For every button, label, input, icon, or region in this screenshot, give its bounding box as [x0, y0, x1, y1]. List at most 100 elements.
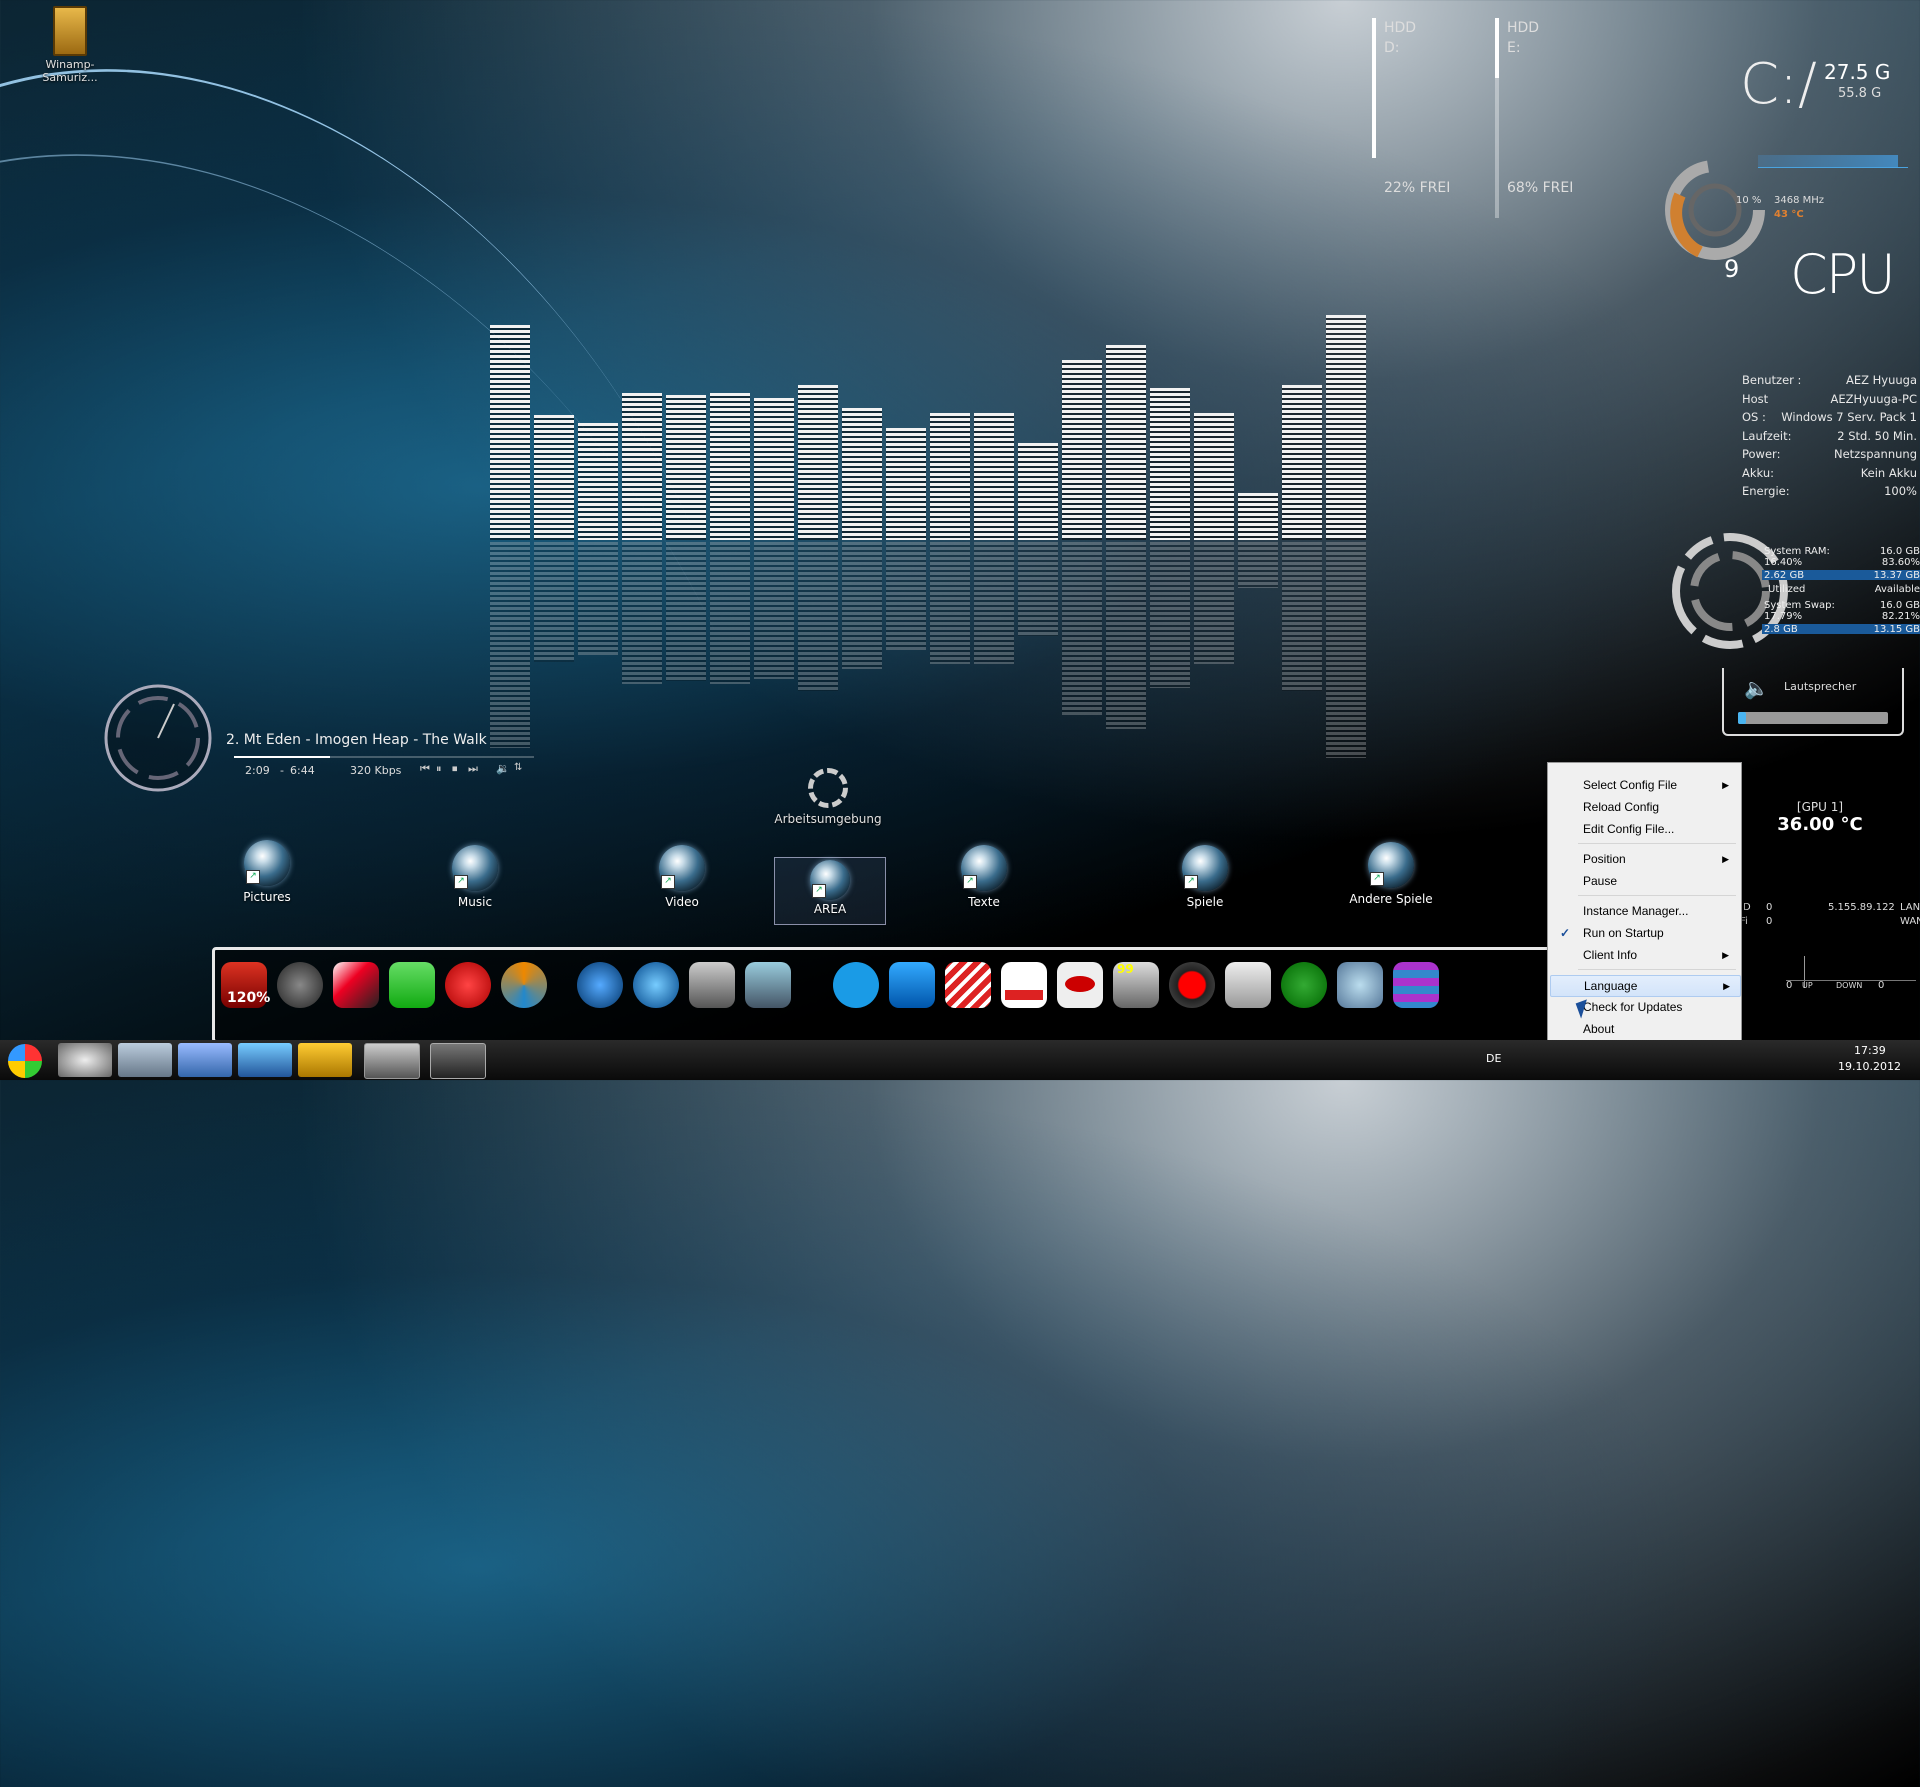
- desktop-icon-label: Video: [665, 895, 699, 909]
- language-indicator[interactable]: DE: [1486, 1052, 1501, 1065]
- context-menu-item-reload-config[interactable]: Reload Config: [1550, 797, 1739, 817]
- desktop-icon-spiele[interactable]: ↗ Spiele: [1150, 845, 1260, 909]
- net-wan: WAN: [1900, 916, 1920, 927]
- hdd-usage-line: [1372, 18, 1376, 158]
- ram-utilized-label: Utilized: [1768, 584, 1806, 595]
- desktop-icon-winamp[interactable]: Winamp-Samuriz...: [25, 6, 115, 84]
- context-menu-item-select-config-file[interactable]: Select Config File ▶: [1550, 775, 1739, 795]
- context-menu-item-about[interactable]: About: [1550, 1019, 1739, 1039]
- visualizer-bar: [1150, 387, 1190, 540]
- shortcut-arrow-icon: ↗: [1370, 872, 1384, 886]
- menu-separator: [1578, 969, 1736, 970]
- cpu-load: 10 %: [1736, 195, 1762, 206]
- shortcut-arrow-icon: ↗: [812, 884, 826, 898]
- clock-date[interactable]: 19.10.2012: [1838, 1060, 1901, 1073]
- context-menu-item-client-info[interactable]: Client Info ▶: [1550, 945, 1739, 965]
- ie-app-icon[interactable]: [745, 962, 791, 1008]
- taskbar-app-winamp[interactable]: [298, 1043, 352, 1077]
- ram-available-label: Available: [1874, 584, 1920, 595]
- taskbar-app-tools[interactable]: [58, 1043, 112, 1077]
- desktop-icon-area[interactable]: ↗ AREA: [774, 857, 886, 925]
- lips-app-icon[interactable]: [1057, 962, 1103, 1008]
- visualizer-bar-reflection: [1062, 542, 1102, 715]
- context-menu-item-language[interactable]: Language ▶: [1550, 975, 1741, 997]
- pause-button[interactable]: ⏸: [436, 762, 442, 776]
- shuffle-icon[interactable]: ⇅: [514, 762, 522, 773]
- taskbar-app-calculator[interactable]: [118, 1043, 172, 1077]
- start-button[interactable]: [8, 1044, 42, 1078]
- track-progress[interactable]: [234, 756, 534, 758]
- desktop-icon-texte[interactable]: ↗ Texte: [929, 845, 1039, 909]
- striped-app-icon[interactable]: [945, 962, 991, 1008]
- menu-item-label: Client Info: [1583, 948, 1638, 962]
- red-white-app-icon[interactable]: [1001, 962, 1047, 1008]
- sysinfo-key: Benutzer :: [1742, 373, 1802, 387]
- hdd-drive: E:: [1507, 40, 1521, 56]
- x-app-icon[interactable]: [333, 962, 379, 1008]
- menu-item-label: Check for Updates: [1583, 1000, 1683, 1014]
- context-menu-item-edit-config-file[interactable]: Edit Config File...: [1550, 819, 1739, 839]
- visualizer-bar: [842, 407, 882, 540]
- context-menu-item-position[interactable]: Position ▶: [1550, 849, 1739, 869]
- net-ip: 5.155.89.122: [1828, 902, 1895, 913]
- clock-time[interactable]: 17:39: [1854, 1044, 1886, 1057]
- orb-icon: ↗: [1182, 845, 1228, 891]
- desktop-icon-workspace[interactable]: Arbeitsumgebung: [773, 768, 883, 826]
- taskbar-app-store[interactable]: [238, 1043, 292, 1077]
- visualizer-bar-reflection: [710, 542, 750, 684]
- settings-gear-icon[interactable]: [1337, 962, 1383, 1008]
- track-title: 2. Mt Eden - Imogen Heap - The Walk: [226, 732, 487, 748]
- menu-item-label: Position: [1583, 852, 1626, 866]
- sysinfo-value: AEZ Hyuuga: [1845, 373, 1917, 387]
- skype-icon[interactable]: [833, 962, 879, 1008]
- context-menu-item-instance-manager[interactable]: Instance Manager...: [1550, 901, 1739, 921]
- desktop-icon-music[interactable]: ↗ Music: [420, 845, 530, 909]
- desktop-icon-label: Spiele: [1186, 895, 1224, 909]
- volume-icon[interactable]: 🔉: [496, 762, 510, 775]
- taskbar-app-active[interactable]: [430, 1043, 486, 1079]
- desktop-icon-video[interactable]: ↗ Video: [627, 845, 737, 909]
- stop-button[interactable]: ⏹: [452, 762, 458, 776]
- shortcut-arrow-icon: ↗: [454, 875, 468, 889]
- monitor-app-icon[interactable]: 99: [1113, 962, 1159, 1008]
- taskbar-app-explorer[interactable]: [178, 1043, 232, 1077]
- swirl-app-icon[interactable]: [501, 962, 547, 1008]
- speaker-app-icon[interactable]: [1225, 962, 1271, 1008]
- desktop-icon-label: Andere Spiele: [1349, 892, 1433, 906]
- desktop-icon-andere-spiele[interactable]: ↗ Andere Spiele: [1336, 842, 1446, 906]
- desktop-icon-pictures[interactable]: ↗ Pictures: [212, 840, 322, 904]
- winrar-icon[interactable]: [1393, 962, 1439, 1008]
- file-manager-icon[interactable]: [689, 962, 735, 1008]
- drive-total: 55.8 G: [1838, 86, 1882, 101]
- record-icon[interactable]: [1169, 962, 1215, 1008]
- teamviewer-icon[interactable]: [889, 962, 935, 1008]
- volume-slider[interactable]: [1738, 712, 1888, 724]
- speedometer-icon[interactable]: [445, 962, 491, 1008]
- cpu-gauge: [1665, 160, 1765, 260]
- prev-button[interactable]: ⏮: [420, 762, 430, 776]
- next-button[interactable]: ⏭: [468, 762, 478, 776]
- shortcut-arrow-icon: ↗: [661, 875, 675, 889]
- context-menu-item-pause[interactable]: Pause: [1550, 871, 1739, 891]
- tray-icons[interactable]: [1520, 1052, 1750, 1068]
- taskbar-app-folder[interactable]: [364, 1043, 420, 1079]
- visualizer-bar: [930, 412, 970, 540]
- net-up-val: 0: [1786, 980, 1793, 991]
- sysinfo-value: AEZHyuuga-PC: [1830, 391, 1917, 406]
- swap-label: System Swap:: [1764, 600, 1835, 611]
- green-app-icon[interactable]: [389, 962, 435, 1008]
- sysinfo-value: Windows 7 Serv. Pack 1: [1781, 410, 1917, 424]
- thunderbird-icon[interactable]: [577, 962, 623, 1008]
- film-reel-icon[interactable]: [277, 962, 323, 1008]
- player-dial[interactable]: [100, 680, 216, 796]
- net-wan-val: 0: [1766, 916, 1773, 927]
- taskbar: DE 17:39 19.10.2012: [0, 1040, 1920, 1080]
- context-menu-item-run-on-startup[interactable]: ✓ Run on Startup: [1550, 923, 1739, 943]
- sysinfo-value: Kein Akku: [1860, 465, 1917, 480]
- acrobat-icon[interactable]: 120%: [221, 962, 270, 1008]
- volume-fill: [1738, 712, 1746, 724]
- internet-explorer-icon[interactable]: [633, 962, 679, 1008]
- globe-app-icon[interactable]: [1281, 962, 1327, 1008]
- visualizer-bar-reflection: [886, 542, 926, 650]
- menu-item-label: Instance Manager...: [1583, 904, 1689, 918]
